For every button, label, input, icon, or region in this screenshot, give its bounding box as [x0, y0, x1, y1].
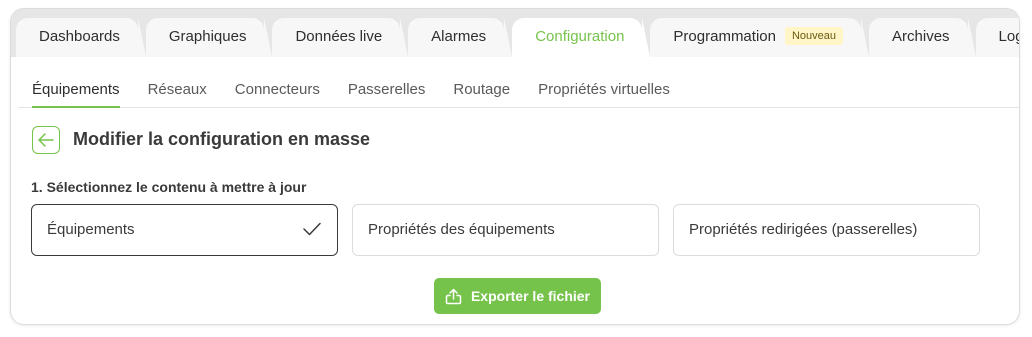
- tab-label: Archives: [892, 28, 950, 45]
- tab-logs[interactable]: Logs: [975, 18, 1019, 57]
- tab-graphiques[interactable]: Graphiques: [145, 18, 272, 57]
- tab-label: Alarmes: [431, 28, 487, 45]
- tab-label: Configuration: [535, 28, 625, 45]
- sub-tabs: Équipements Réseaux Connecteurs Passerel…: [18, 75, 1019, 108]
- check-icon: [303, 222, 321, 236]
- tab-label: Logs: [998, 28, 1019, 45]
- option-proprietes-equipements[interactable]: Propriétés des équipements: [352, 204, 659, 256]
- config-card: Dashboards Graphiques Données live Alarm…: [10, 8, 1020, 325]
- tab-dashboards[interactable]: Dashboards: [16, 18, 146, 57]
- back-button[interactable]: [32, 126, 60, 154]
- option-equipements[interactable]: Équipements: [31, 204, 338, 256]
- subtab-passerelles[interactable]: Passerelles: [334, 75, 440, 107]
- subtab-equipements[interactable]: Équipements: [18, 75, 134, 108]
- tab-label: Données live: [295, 28, 383, 45]
- export-label: Exporter le fichier: [470, 288, 591, 304]
- subtab-connecteurs[interactable]: Connecteurs: [221, 75, 334, 107]
- tab-label: Graphiques: [168, 28, 247, 45]
- step-label: 1. Sélectionnez le contenu à mettre à jo…: [31, 179, 307, 195]
- new-badge: Nouveau: [784, 27, 844, 45]
- upload-icon: [445, 288, 462, 304]
- tab-alarmes[interactable]: Alarmes: [408, 18, 513, 57]
- arrow-left-icon: [38, 133, 54, 147]
- tab-label: Programmation: [673, 28, 776, 45]
- option-proprietes-redirigees[interactable]: Propriétés redirigées (passerelles): [673, 204, 980, 256]
- tab-configuration[interactable]: Configuration: [512, 18, 651, 57]
- tab-archives[interactable]: Archives: [869, 18, 976, 57]
- tab-donnees-live[interactable]: Données live: [272, 18, 408, 57]
- option-label: Propriétés des équipements: [368, 221, 555, 238]
- subtab-reseaux[interactable]: Réseaux: [134, 75, 221, 107]
- option-label: Propriétés redirigées (passerelles): [689, 221, 918, 238]
- tab-label: Dashboards: [39, 28, 120, 45]
- top-tabs: Dashboards Graphiques Données live Alarm…: [16, 18, 1019, 57]
- subtab-routage[interactable]: Routage: [439, 75, 524, 107]
- tab-programmation[interactable]: Programmation Nouveau: [650, 18, 869, 57]
- option-label: Équipements: [47, 221, 135, 238]
- page-title: Modifier la configuration en masse: [73, 129, 371, 149]
- export-button[interactable]: Exporter le fichier: [434, 278, 601, 314]
- top-tab-bar: Dashboards Graphiques Données live Alarm…: [11, 9, 1019, 57]
- subtab-proprietes-virtuelles[interactable]: Propriétés virtuelles: [524, 75, 684, 107]
